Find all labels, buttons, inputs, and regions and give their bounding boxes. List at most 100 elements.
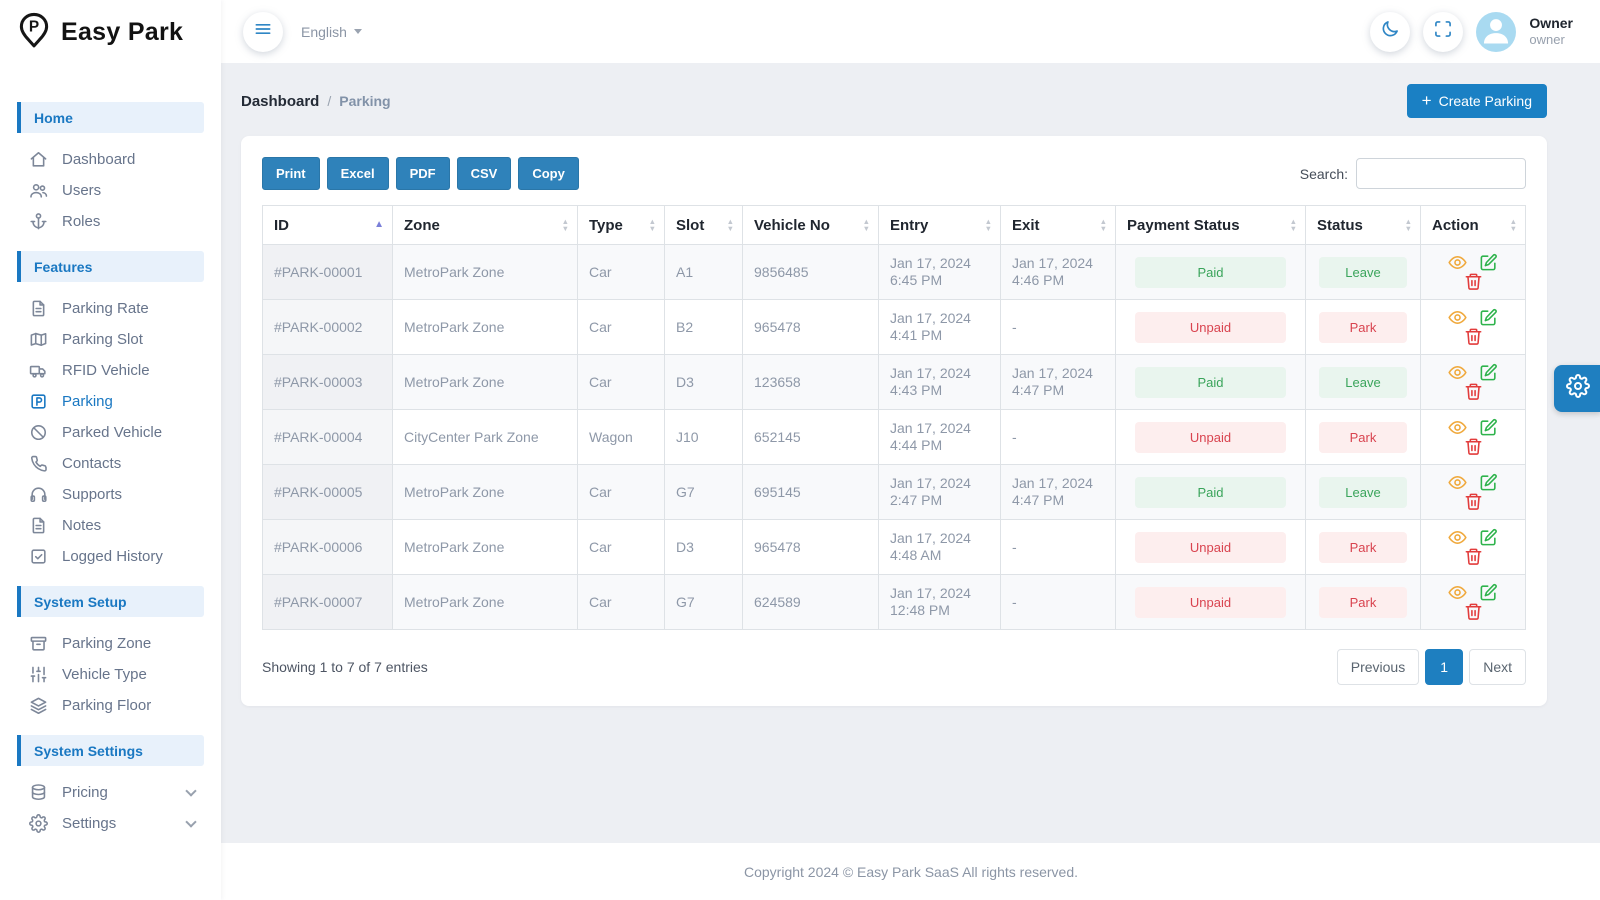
- table-row[interactable]: #PARK-00006 MetroPark Zone Car D3 965478…: [263, 520, 1526, 575]
- main-area: English Owner owner Dashboard / Parking …: [221, 0, 1600, 900]
- copy-button[interactable]: Copy: [518, 157, 579, 190]
- sidebar-item-label: Parking Rate: [62, 300, 149, 317]
- sidebar-item-logged-history[interactable]: Logged History: [0, 541, 221, 572]
- view-icon[interactable]: [1448, 528, 1467, 547]
- delete-icon[interactable]: [1464, 437, 1483, 456]
- cell-vehicle-no: 695145: [743, 465, 879, 520]
- column-header-status[interactable]: Status▲▼: [1306, 206, 1421, 245]
- settings-fab[interactable]: [1554, 365, 1600, 412]
- sidebar-item-parking-zone[interactable]: Parking Zone: [0, 628, 221, 659]
- sidebar-item-label: RFID Vehicle: [62, 362, 150, 379]
- language-label: English: [301, 24, 347, 40]
- column-header-vehicle-no[interactable]: Vehicle No▲▼: [743, 206, 879, 245]
- sidebar-item-vehicle-type[interactable]: Vehicle Type: [0, 659, 221, 690]
- cell-zone: MetroPark Zone: [393, 300, 578, 355]
- view-icon[interactable]: [1448, 418, 1467, 437]
- column-header-slot[interactable]: Slot▲▼: [665, 206, 743, 245]
- pdf-button[interactable]: PDF: [396, 157, 450, 190]
- sidebar-item-rfid-vehicle[interactable]: RFID Vehicle: [0, 355, 221, 386]
- edit-icon[interactable]: [1479, 528, 1498, 547]
- avatar[interactable]: [1476, 12, 1516, 52]
- column-header-payment-status[interactable]: Payment Status▲▼: [1116, 206, 1306, 245]
- next-page-button[interactable]: Next: [1469, 649, 1526, 685]
- cell-slot: G7: [665, 465, 743, 520]
- table-row[interactable]: #PARK-00005 MetroPark Zone Car G7 695145…: [263, 465, 1526, 520]
- payment-status-badge: Unpaid: [1135, 532, 1287, 563]
- sidebar-item-parked-vehicle[interactable]: Parked Vehicle: [0, 417, 221, 448]
- plus-icon: +: [1422, 94, 1432, 108]
- sidebar-item-pricing[interactable]: Pricing: [0, 777, 221, 808]
- sidebar-item-roles[interactable]: Roles: [0, 206, 221, 237]
- column-header-zone[interactable]: Zone▲▼: [393, 206, 578, 245]
- delete-icon[interactable]: [1464, 272, 1483, 291]
- column-label: ID: [274, 217, 289, 234]
- delete-icon[interactable]: [1464, 602, 1483, 621]
- search-label: Search:: [1300, 166, 1348, 182]
- menu-toggle-button[interactable]: [243, 12, 283, 52]
- sidebar-item-supports[interactable]: Supports: [0, 479, 221, 510]
- csv-button[interactable]: CSV: [457, 157, 512, 190]
- table-row[interactable]: #PARK-00003 MetroPark Zone Car D3 123658…: [263, 355, 1526, 410]
- cell-entry: Jan 17, 202412:48 PM: [879, 575, 1001, 630]
- column-header-action[interactable]: Action▲▼: [1421, 206, 1526, 245]
- sidebar-item-settings[interactable]: Settings: [0, 808, 221, 839]
- edit-icon[interactable]: [1479, 473, 1498, 492]
- user-name: Owner: [1529, 15, 1573, 33]
- cell-action: [1421, 520, 1526, 575]
- delete-icon[interactable]: [1464, 382, 1483, 401]
- view-icon[interactable]: [1448, 253, 1467, 272]
- headphones-icon: [29, 485, 49, 505]
- view-icon[interactable]: [1448, 363, 1467, 382]
- table-row[interactable]: #PARK-00004 CityCenter Park Zone Wagon J…: [263, 410, 1526, 465]
- delete-icon[interactable]: [1464, 327, 1483, 346]
- sidebar-item-users[interactable]: Users: [0, 175, 221, 206]
- edit-icon[interactable]: [1479, 363, 1498, 382]
- edit-icon[interactable]: [1479, 418, 1498, 437]
- dark-mode-button[interactable]: [1370, 12, 1410, 52]
- edit-icon[interactable]: [1479, 308, 1498, 327]
- create-parking-button[interactable]: + Create Parking: [1407, 84, 1547, 118]
- sidebar-item-parking-slot[interactable]: Parking Slot: [0, 324, 221, 355]
- payment-status-badge: Unpaid: [1135, 587, 1287, 618]
- search-input[interactable]: [1356, 158, 1526, 189]
- view-icon[interactable]: [1448, 308, 1467, 327]
- print-button[interactable]: Print: [262, 157, 320, 190]
- page-1-button[interactable]: 1: [1425, 649, 1463, 685]
- column-header-type[interactable]: Type▲▼: [578, 206, 665, 245]
- edit-icon[interactable]: [1479, 253, 1498, 272]
- column-header-id[interactable]: ID▲: [263, 206, 393, 245]
- language-selector[interactable]: English: [301, 24, 362, 40]
- sidebar-item-label: Pricing: [62, 784, 108, 801]
- table-row[interactable]: #PARK-00002 MetroPark Zone Car B2 965478…: [263, 300, 1526, 355]
- previous-page-button[interactable]: Previous: [1337, 649, 1419, 685]
- excel-button[interactable]: Excel: [327, 157, 389, 190]
- sidebar-item-dashboard[interactable]: Dashboard: [0, 144, 221, 175]
- cell-exit: Jan 17, 20244:46 PM: [1001, 245, 1116, 300]
- column-label: Vehicle No: [754, 217, 830, 234]
- logo[interactable]: P Easy Park: [0, 0, 221, 64]
- cell-payment-status: Unpaid: [1116, 410, 1306, 465]
- cell-status: Leave: [1306, 465, 1421, 520]
- table-row[interactable]: #PARK-00001 MetroPark Zone Car A1 985648…: [263, 245, 1526, 300]
- delete-icon[interactable]: [1464, 492, 1483, 511]
- sidebar-item-parking[interactable]: Parking: [0, 386, 221, 417]
- column-header-exit[interactable]: Exit▲▼: [1001, 206, 1116, 245]
- edit-icon[interactable]: [1479, 583, 1498, 602]
- column-header-entry[interactable]: Entry▲▼: [879, 206, 1001, 245]
- sidebar-item-parking-floor[interactable]: Parking Floor: [0, 690, 221, 721]
- fullscreen-button[interactable]: [1423, 12, 1463, 52]
- sidebar-item-contacts[interactable]: Contacts: [0, 448, 221, 479]
- view-icon[interactable]: [1448, 583, 1467, 602]
- view-icon[interactable]: [1448, 473, 1467, 492]
- sort-icon: ▲▼: [1405, 218, 1412, 232]
- section-label: Home: [21, 110, 73, 126]
- chevron-down-icon: [185, 816, 196, 827]
- delete-icon[interactable]: [1464, 547, 1483, 566]
- sidebar-item-notes[interactable]: Notes: [0, 510, 221, 541]
- payment-status-badge: Paid: [1135, 257, 1287, 288]
- breadcrumb-parent[interactable]: Dashboard: [241, 93, 319, 110]
- user-block[interactable]: Owner owner: [1529, 15, 1573, 49]
- sidebar-item-parking-rate[interactable]: Parking Rate: [0, 293, 221, 324]
- table-row[interactable]: #PARK-00007 MetroPark Zone Car G7 624589…: [263, 575, 1526, 630]
- page: P Easy Park HomeDashboardUsersRolesFeatu…: [0, 0, 1600, 900]
